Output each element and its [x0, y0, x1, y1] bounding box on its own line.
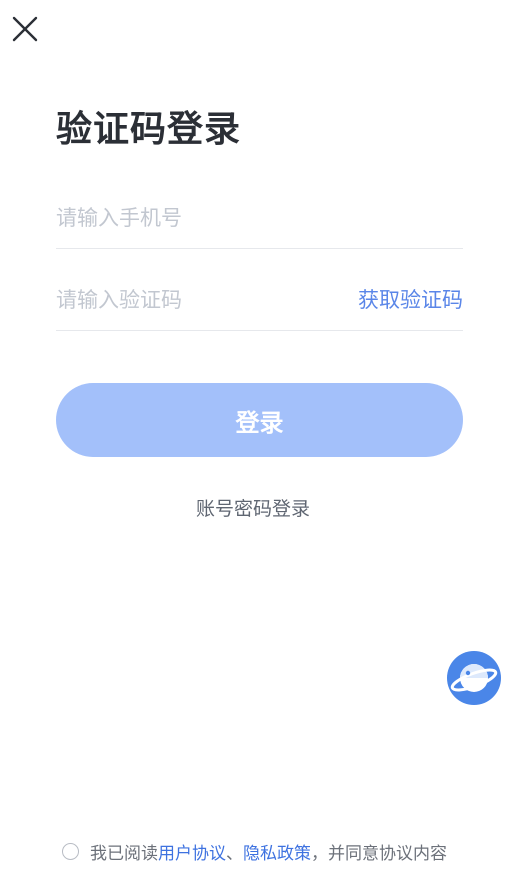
- phone-field: [56, 190, 463, 249]
- verification-code-input[interactable]: [56, 282, 326, 318]
- agreement-prefix: 我已阅读: [90, 843, 158, 864]
- floating-assistant-button[interactable]: [447, 651, 501, 705]
- code-field: 获取验证码: [56, 272, 463, 331]
- password-login-link[interactable]: 账号密码登录: [0, 494, 506, 521]
- agreement-separator: 、: [226, 843, 243, 864]
- page-title: 验证码登录: [56, 109, 242, 150]
- planet-icon: [447, 651, 501, 705]
- close-button[interactable]: [8, 12, 42, 46]
- get-code-button[interactable]: 获取验证码: [358, 284, 463, 314]
- user-agreement-link[interactable]: 用户协议: [158, 839, 226, 864]
- phone-input[interactable]: [56, 200, 463, 236]
- login-button[interactable]: 登录: [56, 383, 463, 457]
- agreement-suffix: ，并同意协议内容: [311, 843, 447, 864]
- close-icon: [12, 16, 38, 42]
- agreement-checkbox[interactable]: [62, 842, 79, 860]
- privacy-policy-link[interactable]: 隐私政策: [243, 839, 311, 864]
- agreement-row: 我已阅读 用户协议 、 隐私政策 ，并同意协议内容: [62, 838, 447, 864]
